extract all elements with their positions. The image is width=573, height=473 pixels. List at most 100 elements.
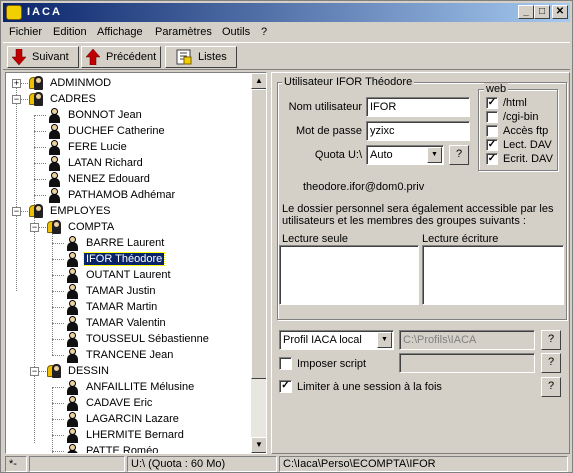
quota-select[interactable]: Auto ▼	[366, 145, 444, 165]
user-icon	[46, 123, 62, 139]
read-only-list[interactable]	[279, 245, 419, 305]
tree-group-node[interactable]: ADMINMOD	[28, 75, 113, 91]
web-option-label: Ecrit. DAV	[503, 153, 553, 165]
tree-connector	[52, 259, 64, 260]
user-icon	[64, 411, 80, 427]
tree-connector	[52, 339, 64, 340]
group-icon	[28, 203, 44, 219]
tree-node-label: ANFAILLITE Mélusine	[86, 381, 195, 393]
previous-button-label: Précédent	[106, 51, 157, 63]
tree-vertical-scrollbar[interactable]: ▲ ▼	[251, 73, 266, 453]
checkbox-box: ✓	[486, 139, 498, 151]
user-icon	[64, 427, 80, 443]
web-option-checkbox[interactable]: /cgi-bin	[486, 111, 538, 123]
tree-user-node[interactable]: BARRE Laurent	[64, 235, 166, 251]
arrow-up-icon	[85, 48, 101, 66]
tree-group-node[interactable]: EMPLOYES	[28, 203, 113, 219]
quota-label: Quota U:\	[314, 149, 362, 161]
tree-user-node[interactable]: PATTE Roméo	[64, 443, 160, 453]
tree-node-label: LHERMITE Bernard	[86, 429, 184, 441]
tree-user-node[interactable]: LATAN Richard	[46, 155, 145, 171]
menu-help[interactable]: ?	[261, 26, 267, 38]
tree-user-node[interactable]: TRANCENE Jean	[64, 347, 175, 363]
collapse-icon[interactable]: −	[12, 207, 21, 216]
group-icon	[28, 75, 44, 91]
tree-user-node[interactable]: ANFAILLITE Mélusine	[64, 379, 196, 395]
web-option-label: Lect. DAV	[503, 139, 552, 151]
menu-edition[interactable]: Edition	[53, 26, 87, 38]
impose-script-label: Imposer script	[297, 357, 367, 370]
tree-connector	[52, 291, 64, 292]
tree-group-node[interactable]: DESSIN	[46, 363, 111, 379]
read-write-list[interactable]	[422, 245, 564, 305]
menu-outils[interactable]: Outils	[222, 26, 250, 38]
tree-user-node[interactable]: DUCHEF Catherine	[46, 123, 167, 139]
tree-user-node[interactable]: OUTANT Laurent	[64, 267, 173, 283]
tree-user-node[interactable]: NENEZ Edouard	[46, 171, 152, 187]
tree-node-label: NENEZ Edouard	[68, 173, 150, 185]
tree-user-node[interactable]: TAMAR Valentin	[64, 315, 168, 331]
quota-help-button[interactable]: ?	[449, 145, 469, 165]
tree-connector	[52, 243, 64, 244]
tree-user-node[interactable]: TOUSSEUL Sébastienne	[64, 331, 211, 347]
tree-user-node[interactable]: CADAVE Eric	[64, 395, 154, 411]
next-button[interactable]: Suivant	[7, 46, 79, 68]
username-input[interactable]: IFOR	[366, 97, 470, 117]
tree-node-label: LAGARCIN Lazare	[86, 413, 179, 425]
tree-user-node[interactable]: TAMAR Martin	[64, 299, 159, 315]
web-option-checkbox[interactable]: ✓ /html	[486, 97, 527, 109]
user-icon	[64, 267, 80, 283]
tree-content: ADMINMOD + CADRES − BONNOT Jean DUCHEF Cather…	[6, 73, 251, 453]
scroll-up-button[interactable]: ▲	[251, 73, 266, 89]
limit-session-checkbox[interactable]: ✓ Limiter à une session à la fois	[279, 380, 442, 393]
shared-folder-text-line1: Le dossier personnel sera également acce…	[282, 203, 554, 215]
collapse-icon[interactable]: −	[30, 223, 39, 232]
tree-group-node[interactable]: COMPTA	[46, 219, 116, 235]
lists-button[interactable]: Listes	[165, 46, 237, 68]
profile-help-button[interactable]: ?	[541, 330, 561, 350]
web-option-checkbox[interactable]: ✓ Lect. DAV	[486, 139, 552, 151]
close-button[interactable]: ✕	[552, 5, 568, 19]
username-label: Nom utilisateur	[288, 101, 362, 113]
collapse-icon[interactable]: −	[12, 95, 21, 104]
tree-node-label: CADAVE Eric	[86, 397, 153, 409]
tree-user-node[interactable]: TAMAR Justin	[64, 283, 157, 299]
web-option-checkbox[interactable]: Accès ftp	[486, 125, 548, 137]
expand-icon[interactable]: +	[12, 79, 21, 88]
minimize-button[interactable]: _	[518, 5, 534, 19]
tree-user-node[interactable]: PATHAMOB Adhémar	[46, 187, 177, 203]
maximize-button[interactable]: □	[534, 5, 550, 19]
profile-select[interactable]: Profil IACA local ▼	[279, 330, 394, 350]
profile-path-input[interactable]: C:\Profils\IACA	[399, 330, 535, 350]
impose-script-checkbox[interactable]: Imposer script	[279, 357, 366, 370]
menu-affichage[interactable]: Affichage	[97, 26, 143, 38]
tree-user-node[interactable]: BONNOT Jean	[46, 107, 144, 123]
title-bar[interactable]: IACA _ □ ✕	[3, 3, 570, 22]
password-input[interactable]: yzixc	[366, 121, 470, 141]
web-option-label: /cgi-bin	[503, 111, 539, 123]
tree-connector	[34, 147, 46, 148]
script-input[interactable]	[399, 353, 535, 373]
scroll-down-button[interactable]: ▼	[251, 437, 266, 453]
tree-user-node[interactable]: LHERMITE Bernard	[64, 427, 186, 443]
tree-node-label: DUCHEF Catherine	[68, 125, 165, 137]
tree-user-node[interactable]: LAGARCIN Lazare	[64, 411, 181, 427]
lists-button-label: Listes	[198, 51, 227, 63]
list-document-icon	[176, 49, 192, 65]
previous-button[interactable]: Précédent	[81, 46, 161, 68]
tree-connector	[52, 403, 64, 404]
menu-parametres[interactable]: Paramètres	[155, 26, 212, 38]
scroll-thumb[interactable]	[251, 89, 266, 379]
tree-user-node[interactable]: FERE Lucie	[46, 139, 129, 155]
collapse-icon[interactable]: −	[30, 367, 39, 376]
chevron-down-icon[interactable]: ▼	[377, 332, 392, 348]
tree-user-node[interactable]: IFOR Théodore	[64, 251, 166, 267]
web-option-checkbox[interactable]: ✓ Ecrit. DAV	[486, 153, 553, 165]
script-help-button[interactable]: ?	[541, 353, 561, 373]
session-help-button[interactable]: ?	[541, 377, 561, 397]
user-icon	[64, 331, 80, 347]
chevron-down-icon[interactable]: ▼	[427, 147, 442, 163]
tree-group-node[interactable]: CADRES	[28, 91, 98, 107]
quota-select-value: Auto	[370, 149, 393, 161]
menu-fichier[interactable]: Fichier	[9, 26, 42, 38]
